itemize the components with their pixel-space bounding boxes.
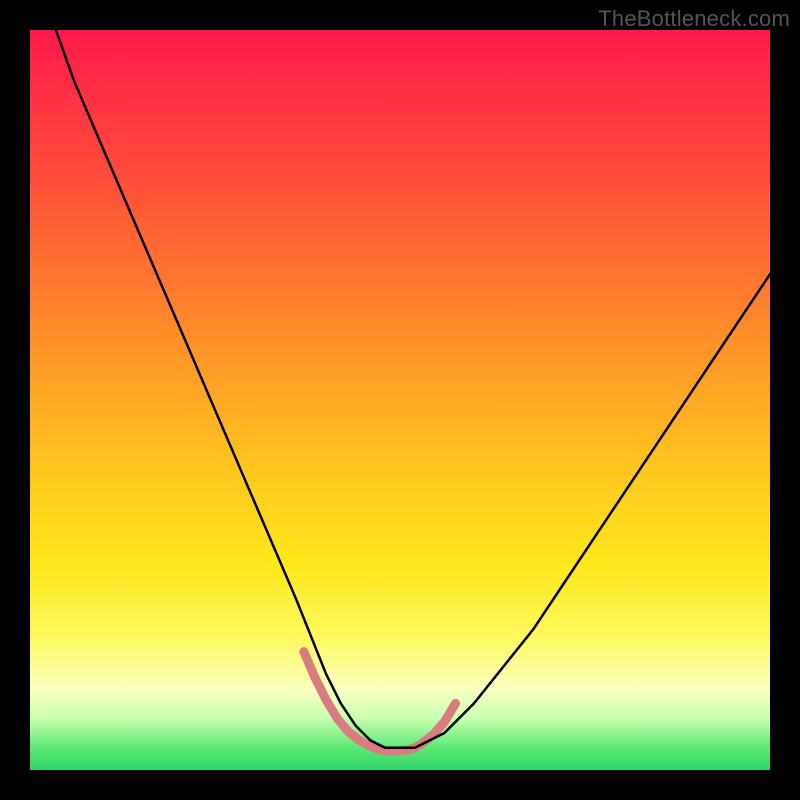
curve-layer [30,30,770,770]
bottleneck-curve-path [56,30,770,748]
watermark-text: TheBottleneck.com [598,6,790,32]
valley-highlight-path [304,652,456,751]
chart-frame: TheBottleneck.com [0,0,800,800]
plot-area [30,30,770,770]
